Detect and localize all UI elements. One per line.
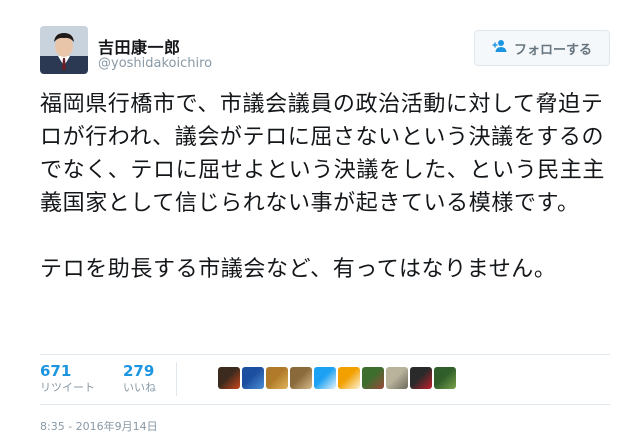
liker-avatar-10[interactable] [434,367,456,389]
liker-avatar-3[interactable] [266,367,288,389]
liker-avatar-5[interactable] [314,367,336,389]
divider [40,404,610,405]
liker-avatar-8[interactable] [386,367,408,389]
like-label: いいね [123,381,156,394]
user-handle[interactable]: @yoshidakoichiro [98,56,212,71]
profile-avatar[interactable] [40,26,88,74]
retweet-stat[interactable]: 671 リツイート [40,362,95,396]
tweet-paragraph-2: テロを助長する市議会など、有ってはなりません。 [40,257,557,282]
liker-avatar-9[interactable] [410,367,432,389]
tweet-stats: 671 リツイート 279 いいね [40,362,205,398]
follow-button[interactable]: フォローする [474,30,610,66]
liker-avatar-6[interactable] [338,367,360,389]
tweet-paragraph-1: 福岡県行橋市で、市議会議員の政治活動に対して脅迫テロが行われ、議会がテロに屈さな… [40,92,606,216]
liker-avatar-2[interactable] [242,367,264,389]
display-name[interactable]: 吉田康一郎 [98,34,181,58]
liker-avatar-1[interactable] [218,367,240,389]
retweet-count: 671 [40,362,72,380]
tweet-timestamp[interactable]: 8:35 - 2016年9月14日 [40,418,158,434]
tweet-header: 吉田康一郎 @yoshidakoichiro フォローする [40,26,610,78]
liker-avatars [218,367,456,389]
stats-separator [176,362,177,396]
tweet-text: 福岡県行橋市で、市議会議員の政治活動に対して脅迫テロが行われ、議会がテロに屈さな… [40,88,620,286]
divider [40,354,610,355]
like-count: 279 [123,362,155,380]
like-stat[interactable]: 279 いいね [123,362,156,396]
follow-button-label: フォローする [513,42,592,58]
retweet-label: リツイート [40,381,95,394]
liker-avatar-7[interactable] [362,367,384,389]
liker-avatar-4[interactable] [290,367,312,389]
add-user-icon [492,38,508,58]
